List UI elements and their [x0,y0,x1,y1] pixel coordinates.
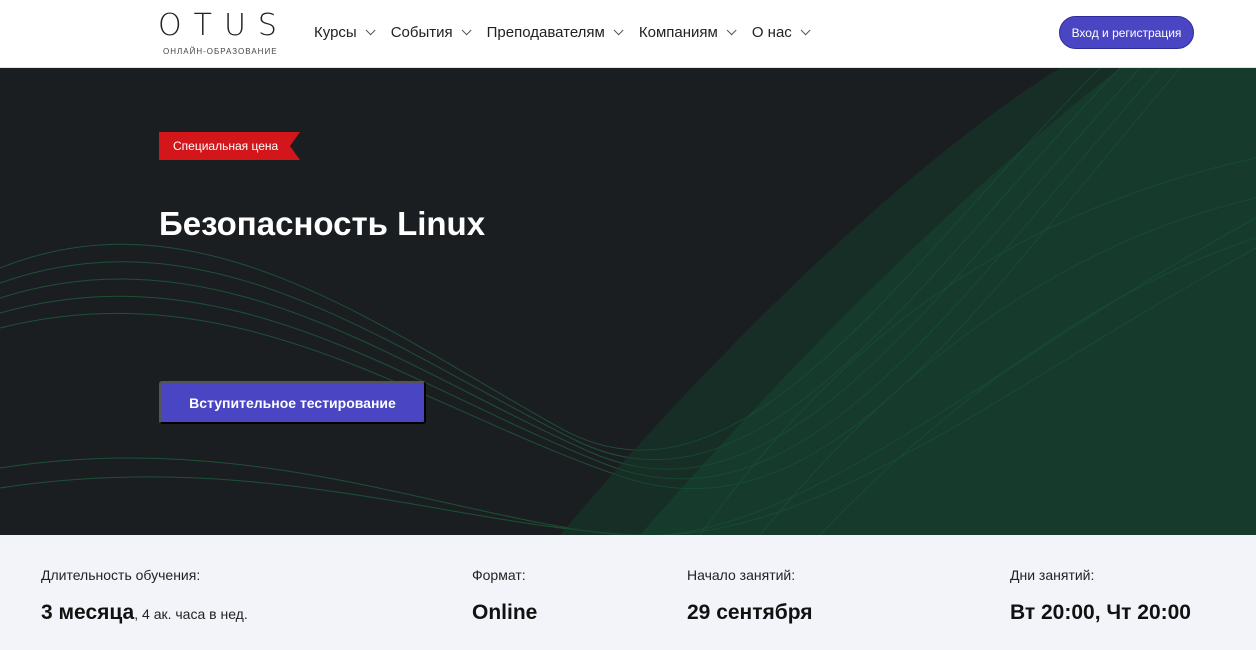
info-days: Дни занятий: Вт 20:00, Чт 20:00 [1010,567,1191,625]
nav-item-label: События [390,23,453,41]
info-duration: Длительность обучения: 3 месяца, 4 ак. ч… [41,567,248,625]
otus-logo[interactable]: OTUS ОНЛАЙН-ОБРАЗОВАНИЕ [158,8,288,60]
badge-label: Специальная цена [159,132,291,160]
info-value: 3 месяца, 4 ак. часа в нед. [41,601,248,625]
nav-item-events[interactable]: События [390,22,472,42]
login-register-button[interactable]: Вход и регистрация [1059,16,1194,49]
special-price-badge: Специальная цена [159,132,301,160]
entrance-test-button[interactable]: Вступительное тестирование [159,381,426,424]
nav-item-teachers[interactable]: Преподавателям [486,22,624,42]
nav-item-courses[interactable]: Курсы [314,22,376,42]
nav-item-label: Курсы [314,23,357,41]
chevron-down-icon [613,24,624,35]
course-info-bar: Длительность обучения: 3 месяца, 4 ак. ч… [0,535,1256,650]
nav-item-companies[interactable]: Компаниям [638,22,737,42]
nav-item-about[interactable]: О нас [751,22,811,42]
info-value: Online [472,601,538,624]
info-start-date: Начало занятий: 29 сентября [687,567,813,625]
chevron-down-icon [800,24,811,35]
chevron-down-icon [726,24,737,35]
badge-ribbon-tail [290,132,301,160]
chevron-down-icon [461,24,472,35]
chevron-down-icon [365,24,376,35]
nav-item-label: О нас [751,23,792,41]
hero-banner: Специальная цена Безопасность Linux Всту… [0,68,1256,535]
logo-wordmark: OTUS [158,8,289,43]
duration-value: 3 месяца [41,601,135,624]
duration-extra: , 4 ак. часа в нед. [134,606,248,622]
info-label: Начало занятий: [687,567,796,583]
main-nav: Курсы События Преподавателям Компаниям О… [314,22,826,42]
info-format: Формат: Online [472,567,537,625]
course-title: Безопасность Linux [159,205,486,242]
info-label: Формат: [472,567,526,583]
info-value: 29 сентября [687,601,813,624]
info-value: Вт 20:00, Чт 20:00 [1010,601,1191,624]
info-label: Дни занятий: [1010,567,1095,583]
info-label: Длительность обучения: [41,567,201,583]
nav-item-label: Преподавателям [486,23,605,41]
site-header: OTUS ОНЛАЙН-ОБРАЗОВАНИЕ Курсы События Пр… [0,0,1256,68]
logo-subtitle: ОНЛАЙН-ОБРАЗОВАНИЕ [163,47,278,56]
nav-item-label: Компаниям [638,23,718,41]
